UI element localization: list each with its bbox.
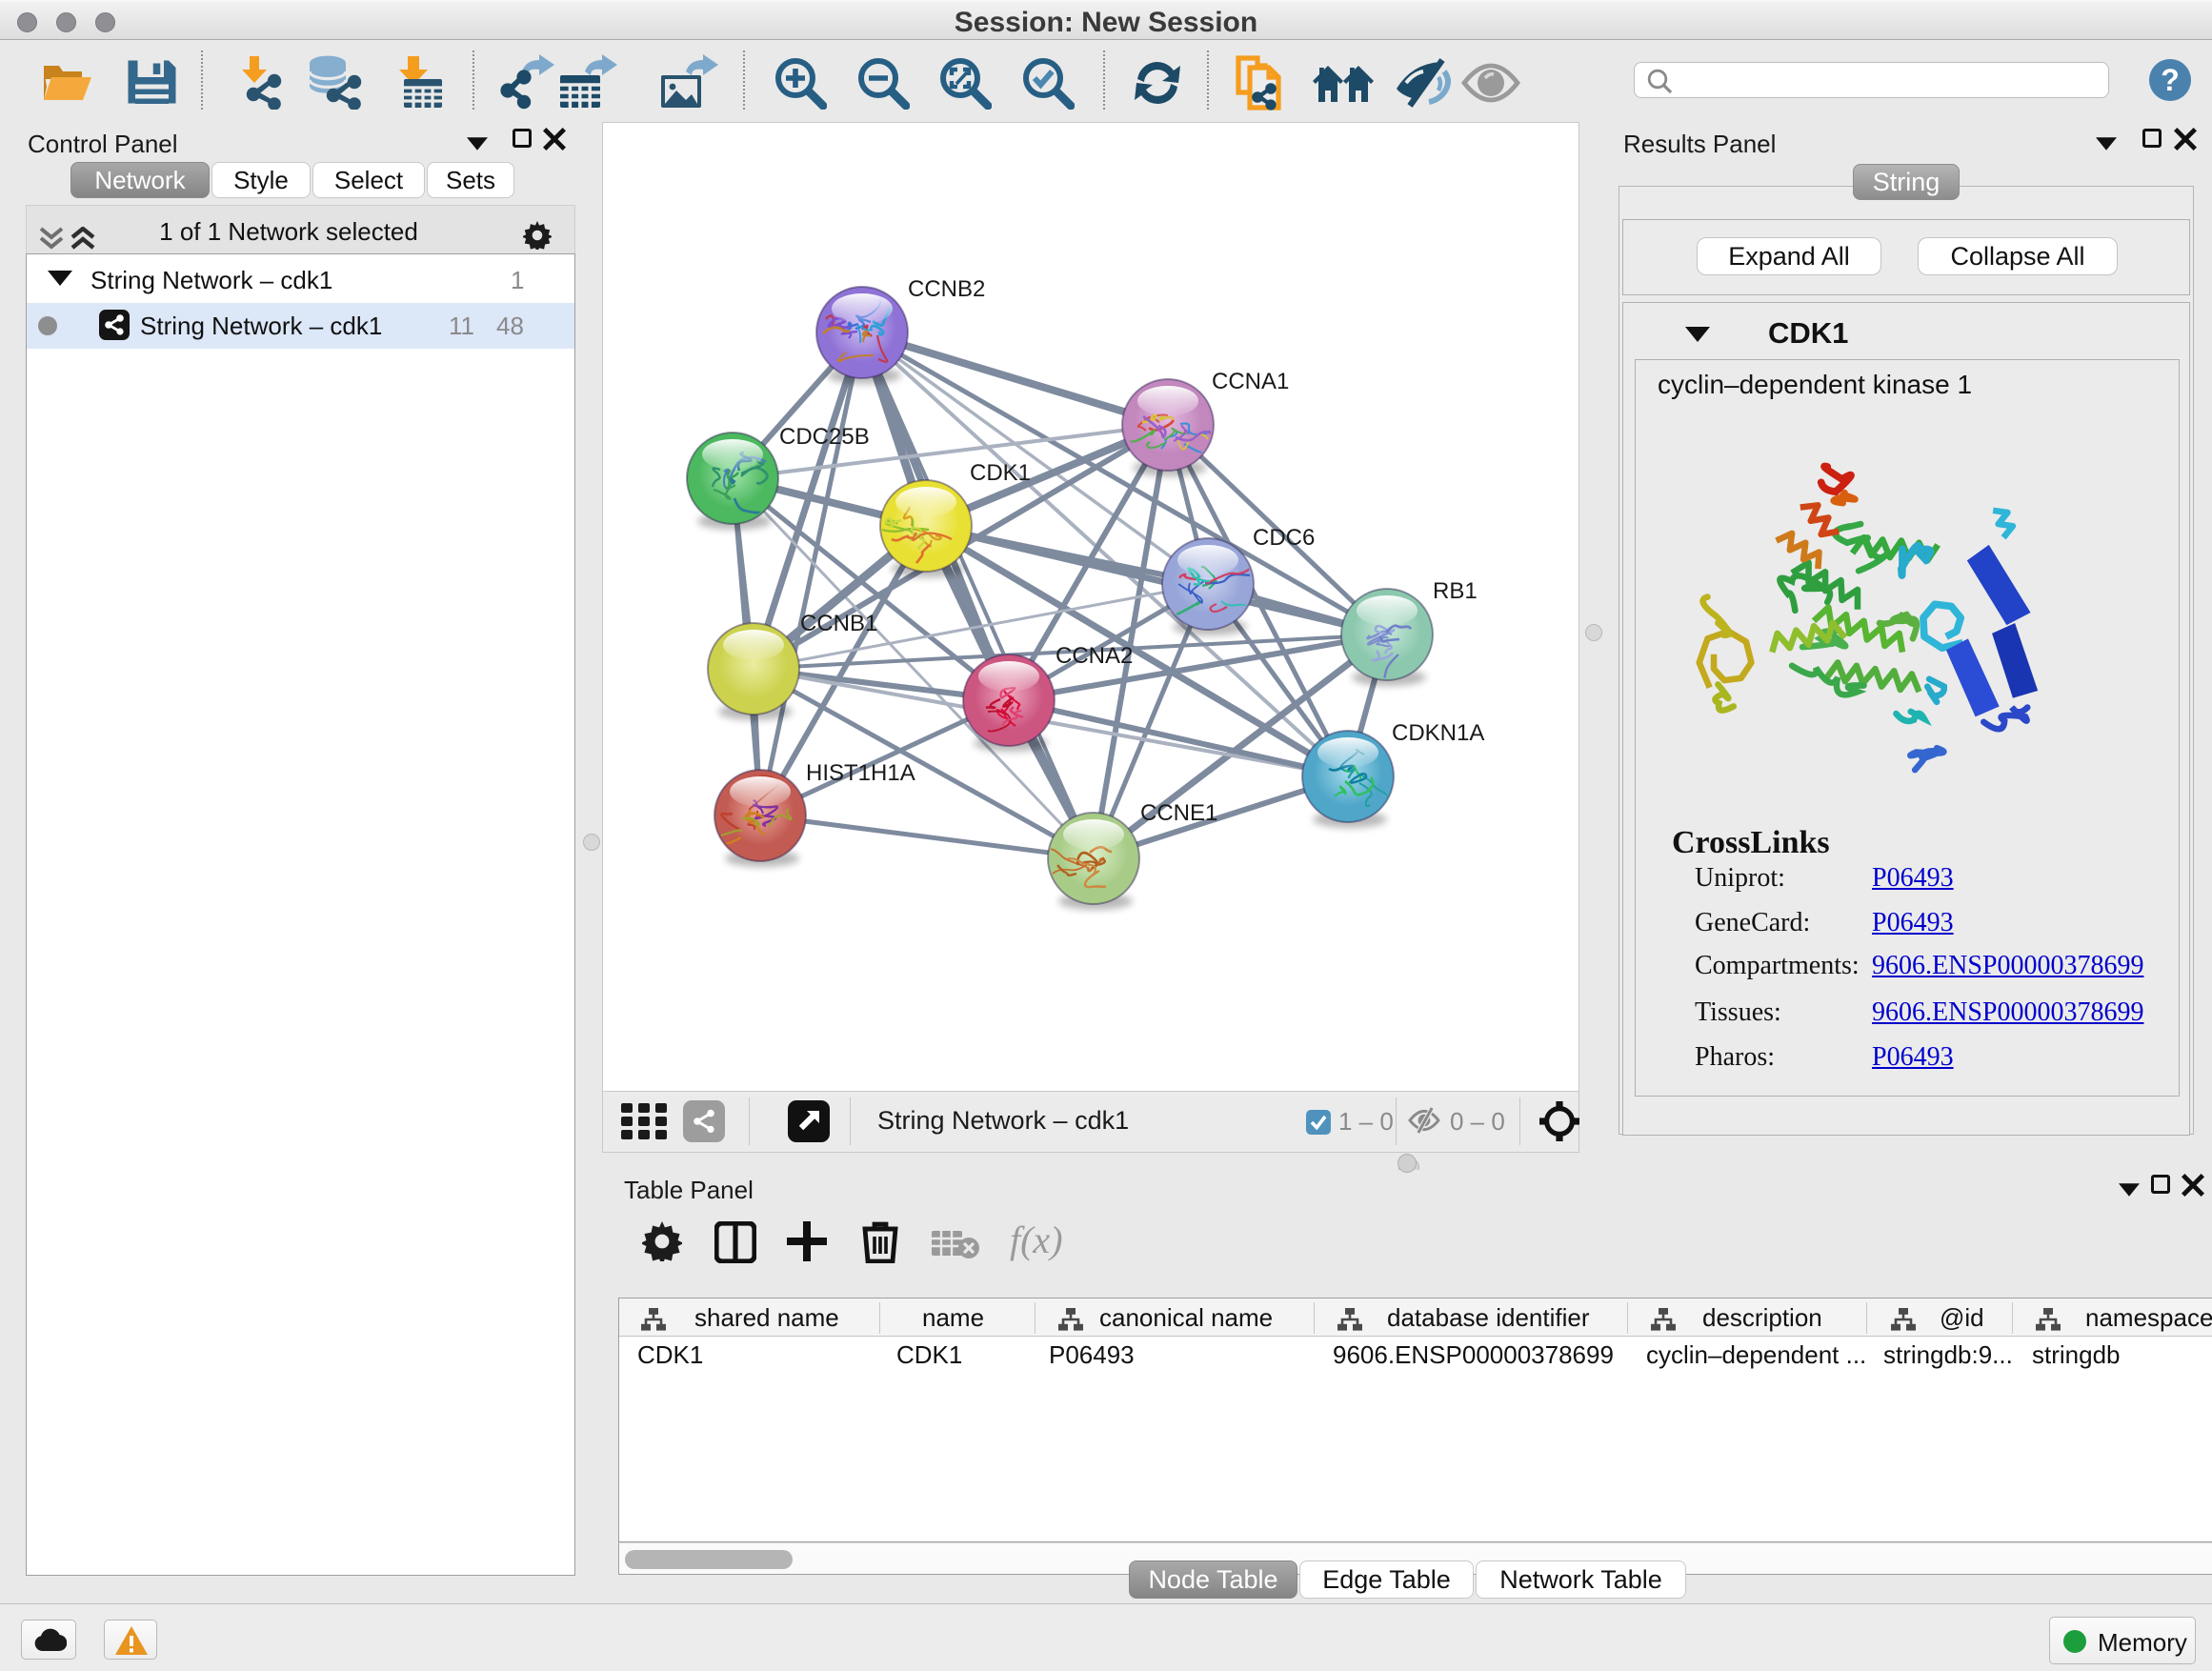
- svg-text:HIST1H1A: HIST1H1A: [806, 760, 915, 786]
- svg-text:CDKN1A: CDKN1A: [1392, 720, 1484, 746]
- svg-text:CDK1: CDK1: [970, 460, 1031, 486]
- svg-text:CCNB2: CCNB2: [908, 276, 985, 302]
- svg-text:CCNE1: CCNE1: [1140, 800, 1217, 826]
- svg-text:CCNA1: CCNA1: [1212, 369, 1289, 394]
- svg-text:CDC6: CDC6: [1253, 525, 1315, 551]
- svg-text:CCNB1: CCNB1: [800, 611, 877, 636]
- svg-text:RB1: RB1: [1433, 578, 1478, 604]
- svg-text:CCNA2: CCNA2: [1056, 643, 1133, 669]
- svg-text:CDC25B: CDC25B: [779, 424, 870, 450]
